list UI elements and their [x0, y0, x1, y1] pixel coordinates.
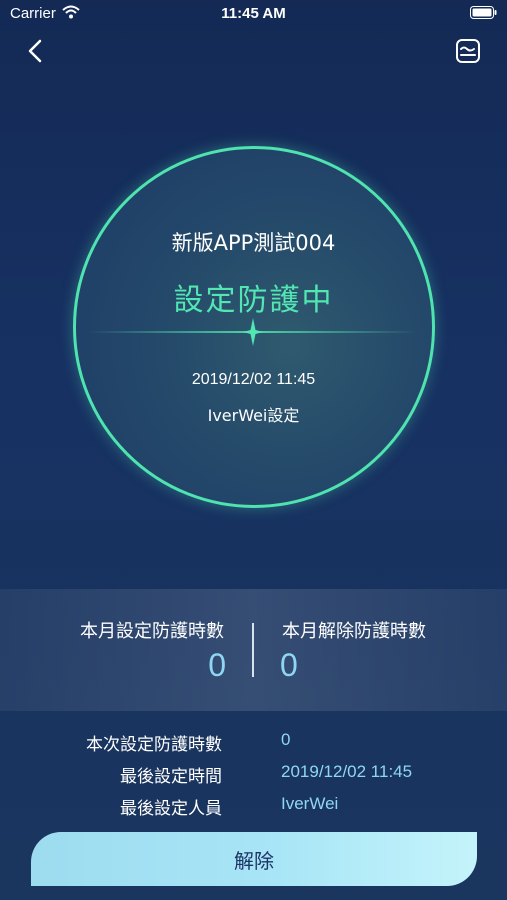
release-button-label: 解除: [234, 848, 274, 873]
last-set-user-value: IverWei: [281, 794, 339, 813]
stats-divider: [252, 623, 254, 677]
current-set-hours-label: 本次設定防護時數: [86, 735, 222, 755]
release-button[interactable]: 解除: [31, 832, 477, 886]
battery-icon: [470, 6, 497, 23]
device-name: 新版APP測試004: [171, 231, 336, 255]
last-set-user-label: 最後設定人員: [120, 799, 222, 819]
set-time: 2019/12/02 11:45: [191, 371, 316, 388]
current-set-hours-value: 0: [281, 730, 291, 749]
chart-icon: [455, 38, 481, 68]
month-set-hours-value: 0: [208, 647, 226, 683]
protection-status: 設定防護中: [173, 283, 334, 318]
back-button[interactable]: [20, 38, 50, 68]
month-release-hours-value: 0: [280, 647, 298, 683]
last-set-time-value: 2019/12/02 11:45: [281, 762, 413, 781]
status-bar: Carrier 11:45 AM: [0, 0, 507, 28]
chevron-left-icon: [27, 39, 43, 67]
set-by: IverWei設定: [207, 406, 300, 425]
last-set-time-label: 最後設定時間: [120, 767, 222, 787]
clock: 11:45 AM: [221, 5, 286, 22]
month-release-hours-label: 本月解除防護時數: [282, 621, 426, 642]
sparkle-icon: [243, 318, 263, 350]
chart-button[interactable]: [453, 38, 483, 68]
month-set-hours-label: 本月設定防護時數: [80, 621, 224, 642]
